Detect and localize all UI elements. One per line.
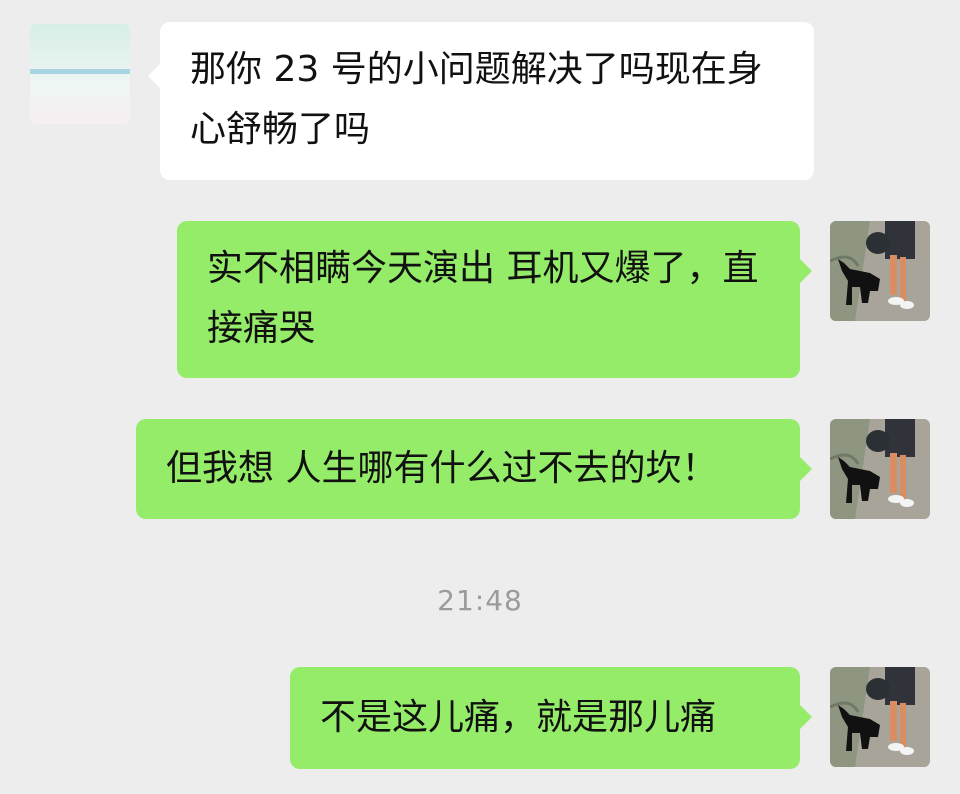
self-avatar[interactable]: [830, 221, 930, 321]
message-bubble-outgoing[interactable]: 但我想 人生哪有什么过不去的坎！: [136, 419, 812, 519]
person-with-dog-icon: [830, 667, 930, 767]
avatar-decoration: [30, 69, 130, 74]
message-text: 实不相瞒今天演出 耳机又爆了，直接痛哭: [207, 248, 759, 349]
self-avatar[interactable]: [830, 667, 930, 767]
contact-avatar[interactable]: [30, 24, 130, 124]
person-with-dog-icon: [830, 221, 930, 321]
self-avatar[interactable]: [830, 419, 930, 519]
message-text: 但我想 人生哪有什么过不去的坎！: [166, 448, 718, 489]
message-text: 不是这儿痛，就是那儿痛: [320, 697, 717, 738]
message-text: 那你 23 号的小问题解决了吗现在身心舒畅了吗: [190, 49, 763, 150]
message-bubble-outgoing[interactable]: 不是这儿痛，就是那儿痛: [290, 667, 812, 769]
message-bubble-outgoing[interactable]: 实不相瞒今天演出 耳机又爆了，直接痛哭: [177, 221, 812, 378]
person-with-dog-icon: [830, 419, 930, 519]
message-timestamp: 21:48: [437, 584, 523, 617]
message-bubble-incoming[interactable]: 那你 23 号的小问题解决了吗现在身心舒畅了吗: [148, 22, 814, 180]
